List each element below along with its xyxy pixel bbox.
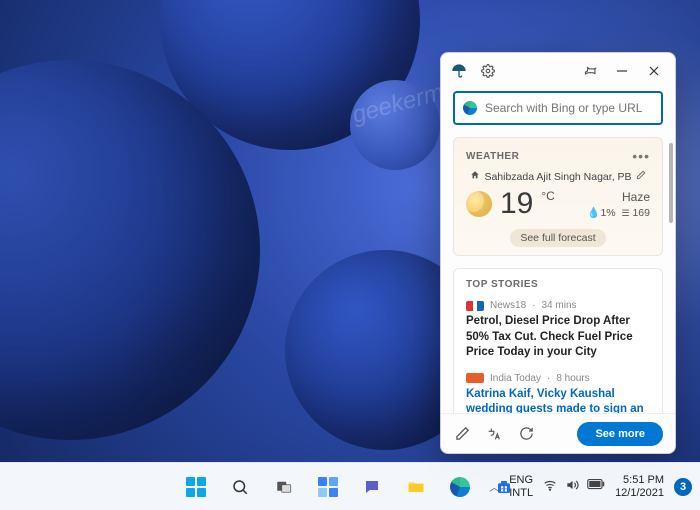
- umbrella-icon: [451, 63, 467, 79]
- widgets-button[interactable]: [308, 467, 348, 507]
- news-story[interactable]: News18 · 34 mins Petrol, Diesel Price Dr…: [466, 300, 650, 361]
- battery-icon: [587, 478, 605, 495]
- settings-button[interactable]: [477, 60, 499, 82]
- source-badge-icon: [466, 373, 484, 383]
- source-badge-icon: [466, 301, 484, 311]
- search-button[interactable]: [220, 467, 260, 507]
- edge-bar-panel: WEATHER ••• Sahibzada Ajit Singh Nagar, …: [440, 52, 676, 454]
- story-age: 8 hours: [556, 373, 589, 384]
- weather-unit: °C: [541, 189, 554, 203]
- search-input[interactable]: [485, 101, 653, 115]
- card-menu-button[interactable]: •••: [632, 148, 650, 164]
- system-tray: ︿ ENG INTL 5:51 PM 12/1/2021 3: [489, 474, 692, 499]
- source-name: News18: [490, 300, 526, 311]
- story-age: 34 mins: [541, 300, 576, 311]
- language-button[interactable]: ENG INTL: [509, 474, 533, 498]
- notification-center-button[interactable]: 3: [674, 478, 692, 496]
- home-icon: [470, 170, 480, 183]
- compose-button[interactable]: [453, 425, 471, 443]
- precip-icon: 💧: [587, 207, 600, 219]
- edge-icon: [463, 101, 477, 115]
- clock-button[interactable]: 5:51 PM 12/1/2021: [615, 474, 664, 499]
- task-view-button[interactable]: [264, 467, 304, 507]
- panel-titlebar: [441, 53, 675, 89]
- panel-footer: See more: [441, 413, 675, 453]
- wifi-icon: [543, 478, 557, 495]
- tray-overflow-button[interactable]: ︿: [489, 479, 499, 494]
- pin-button[interactable]: [579, 60, 601, 82]
- full-forecast-button[interactable]: See full forecast: [510, 229, 605, 247]
- refresh-button[interactable]: [517, 425, 535, 443]
- top-stories-card: TOP STORIES News18 · 34 mins Petrol, Die…: [453, 268, 663, 413]
- source-name: India Today: [490, 373, 541, 384]
- weather-card: WEATHER ••• Sahibzada Ajit Singh Nagar, …: [453, 137, 663, 256]
- edit-location-button[interactable]: [636, 170, 646, 183]
- chat-button[interactable]: [352, 467, 392, 507]
- weather-temp: 19: [500, 187, 533, 221]
- see-more-button[interactable]: See more: [577, 422, 663, 446]
- aqi-icon: ☰: [621, 208, 629, 218]
- volume-icon: [565, 478, 579, 495]
- weather-location: Sahibzada Ajit Singh Nagar, PB: [484, 171, 631, 183]
- search-box[interactable]: [453, 91, 663, 125]
- story-headline: Katrina Kaif, Vicky Kaushal wedding gues…: [466, 387, 650, 413]
- file-explorer-button[interactable]: [396, 467, 436, 507]
- precip-value: 1%: [600, 207, 615, 219]
- minimize-button[interactable]: [611, 60, 633, 82]
- tray-status-icons[interactable]: [543, 478, 605, 495]
- top-stories-label: TOP STORIES: [466, 279, 650, 290]
- start-button[interactable]: [176, 467, 216, 507]
- weather-label: WEATHER: [466, 151, 519, 162]
- taskbar: ︿ ENG INTL 5:51 PM 12/1/2021 3: [0, 462, 700, 510]
- close-button[interactable]: [643, 60, 665, 82]
- edge-button[interactable]: [440, 467, 480, 507]
- weather-condition: Haze: [587, 190, 650, 204]
- news-story[interactable]: India Today · 8 hours Katrina Kaif, Vick…: [466, 373, 650, 413]
- story-headline: Petrol, Diesel Price Drop After 50% Tax …: [466, 314, 650, 361]
- scrollbar[interactable]: [669, 143, 673, 223]
- aqi-value: 169: [632, 207, 650, 219]
- translate-button[interactable]: [485, 425, 503, 443]
- weather-condition-icon: [466, 191, 492, 217]
